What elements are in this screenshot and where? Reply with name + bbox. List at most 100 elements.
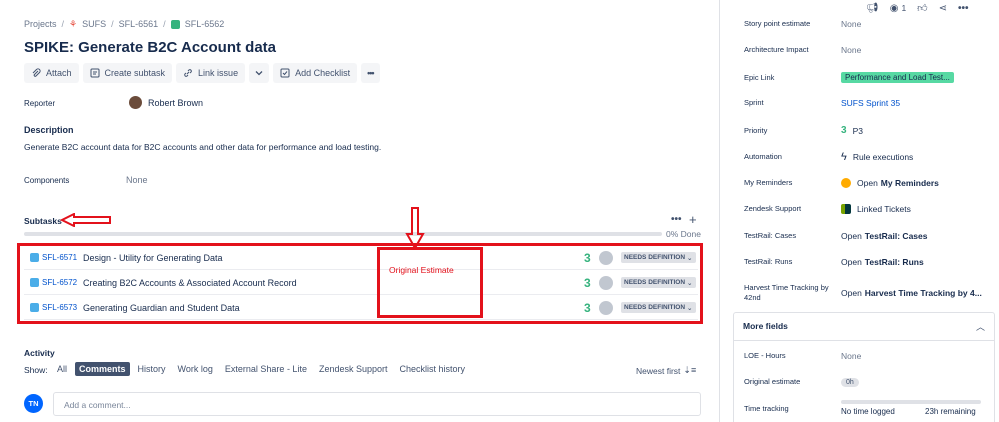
- sort-icon: ⇣≡: [683, 365, 697, 375]
- more-fields-header[interactable]: More fields ︿: [733, 312, 995, 341]
- tab-comments[interactable]: Comments: [75, 362, 130, 376]
- epic-lozenge[interactable]: Performance and Load Test...: [841, 72, 954, 83]
- field-story-point-estimate: Story point estimate None: [744, 19, 861, 29]
- breadcrumb-project[interactable]: SUFS: [82, 19, 106, 29]
- reporter-value[interactable]: Robert Brown: [129, 96, 203, 109]
- field-epic-link: Epic Link Performance and Load Test...: [744, 72, 954, 83]
- tab-history[interactable]: History: [134, 362, 170, 376]
- field-testrail-runs: TestRail: Runs Open TestRail: Runs: [744, 257, 924, 267]
- attach-button[interactable]: Attach: [24, 63, 79, 83]
- field-value-container: Linked Tickets: [841, 204, 911, 214]
- tab-zendesk-support[interactable]: Zendesk Support: [315, 362, 392, 376]
- link-issue-label: Link issue: [198, 68, 239, 78]
- thumbs-up-icon[interactable]: 👍︎: [917, 2, 927, 14]
- field-value[interactable]: TestRail: Runs: [865, 257, 924, 267]
- field-prefix: Open: [841, 231, 862, 241]
- tab-external-share-lite[interactable]: External Share - Lite: [221, 362, 311, 376]
- field-label: Harvest Time Tracking by 42nd: [744, 283, 829, 302]
- field-automation: Automation ϟ Rule executions: [744, 151, 913, 163]
- more-icon[interactable]: •••: [958, 3, 969, 14]
- add-subtask-button[interactable]: +: [689, 212, 697, 227]
- breadcrumb-current[interactable]: SFL-6562: [185, 19, 225, 29]
- field-value-container: ϟ Rule executions: [841, 151, 913, 163]
- eye-icon: ◉: [889, 2, 899, 14]
- field-architecture-impact: Architecture Impact None: [744, 45, 861, 55]
- field-harvest-time-tracking-by-42nd: Harvest Time Tracking by 42nd Open Harvest…: [744, 283, 982, 303]
- field-value[interactable]: None: [841, 19, 861, 29]
- annotation-estimate-box: [377, 247, 483, 318]
- link-issue-button[interactable]: Link issue: [176, 63, 246, 83]
- activity-heading: Activity: [24, 348, 55, 358]
- paperclip-icon: [32, 68, 41, 77]
- annotation-arrow-down: [405, 207, 425, 250]
- field-label: Automation: [744, 152, 782, 161]
- field-label: Sprint: [744, 98, 764, 107]
- field-label: TestRail: Cases: [744, 231, 797, 240]
- checklist-icon: [280, 68, 290, 78]
- watch-button[interactable]: ◉ 1: [890, 3, 906, 14]
- sprint-link[interactable]: SUFS Sprint 35: [841, 98, 900, 108]
- attach-label: Attach: [46, 68, 72, 78]
- create-subtask-label: Create subtask: [104, 68, 166, 78]
- megaphone-icon[interactable]: 📢︎: [866, 3, 879, 14]
- time-logged: No time logged: [841, 407, 895, 416]
- field-value[interactable]: P3: [853, 126, 863, 136]
- subtasks-more-button[interactable]: •••: [671, 214, 682, 225]
- tab-work-log[interactable]: Work log: [174, 362, 217, 376]
- share-icon[interactable]: ⋖: [939, 3, 947, 14]
- field-time-tracking: Time tracking: [744, 404, 841, 414]
- field-value-container: Performance and Load Test...: [841, 72, 954, 83]
- field-testrail-cases: TestRail: Cases Open TestRail: Cases: [744, 231, 927, 241]
- field-value[interactable]: 0h: [841, 377, 859, 387]
- field-label: Epic Link: [744, 72, 775, 82]
- tab-checklist-history[interactable]: Checklist history: [396, 362, 470, 376]
- components-value[interactable]: None: [126, 175, 148, 185]
- field-prefix: Open: [857, 178, 878, 188]
- field-label: TestRail: Runs: [744, 257, 793, 266]
- field-original-estimate: Original estimate 0h: [744, 377, 859, 387]
- sort-order-button[interactable]: Newest first ⇣≡: [636, 365, 696, 376]
- field-value[interactable]: Harvest Time Tracking by 4...: [865, 288, 982, 298]
- annotation-label: Original Estimate: [389, 265, 454, 275]
- breadcrumb-parent[interactable]: SFL-6561: [119, 19, 159, 29]
- avatar: TN: [24, 394, 43, 413]
- issue-toolbar: Attach Create subtask Link issue Add Che…: [24, 63, 380, 83]
- field-value[interactable]: Rule executions: [853, 152, 913, 162]
- field-my-reminders: My Reminders Open My Reminders: [744, 178, 939, 188]
- field-value[interactable]: TestRail: Cases: [865, 231, 928, 241]
- field-value-container: Open TestRail: Cases: [841, 231, 927, 241]
- activity-show-label: Show:: [24, 365, 48, 375]
- sort-label: Newest first: [636, 365, 681, 376]
- project-icon: ⚘: [69, 18, 78, 29]
- add-checklist-button[interactable]: Add Checklist: [273, 63, 358, 83]
- tab-all[interactable]: All: [53, 362, 71, 376]
- issue-title[interactable]: SPIKE: Generate B2C Account data: [24, 39, 276, 56]
- breadcrumb-separator: /: [163, 19, 166, 29]
- field-value[interactable]: None: [841, 45, 861, 55]
- components-label: Components: [24, 176, 70, 185]
- field-label: Original estimate: [744, 377, 801, 386]
- field-sprint: Sprint SUFS Sprint 35: [744, 98, 900, 108]
- field-value[interactable]: Linked Tickets: [857, 204, 911, 214]
- more-fields-heading: More fields: [743, 321, 788, 331]
- link-issue-dropdown[interactable]: [249, 63, 270, 83]
- create-subtask-button[interactable]: Create subtask: [82, 63, 173, 83]
- top-actions: 📢︎ ◉ 1 👍︎ ⋖ •••: [866, 2, 969, 15]
- user-initials: TN: [28, 399, 39, 408]
- field-value[interactable]: My Reminders: [881, 178, 939, 188]
- avatar: [129, 96, 142, 109]
- link-icon: [184, 69, 192, 77]
- breadcrumb-separator: /: [111, 19, 114, 29]
- field-value-container: None: [841, 45, 861, 55]
- more-actions-button[interactable]: •••: [361, 63, 380, 83]
- field-zendesk-support: Zendesk Support Linked Tickets: [744, 204, 911, 214]
- subtask-progress-label: 0% Done: [666, 229, 701, 239]
- time-tracking-bar[interactable]: [841, 400, 981, 404]
- comment-input[interactable]: Add a comment...: [53, 392, 701, 416]
- reminder-icon: [841, 178, 851, 188]
- breadcrumb-projects[interactable]: Projects: [24, 19, 57, 29]
- description-text[interactable]: Generate B2C account data for B2C accoun…: [24, 142, 381, 152]
- description-heading: Description: [24, 125, 74, 135]
- field-value[interactable]: None: [841, 351, 861, 361]
- comment-placeholder: Add a comment...: [64, 400, 131, 410]
